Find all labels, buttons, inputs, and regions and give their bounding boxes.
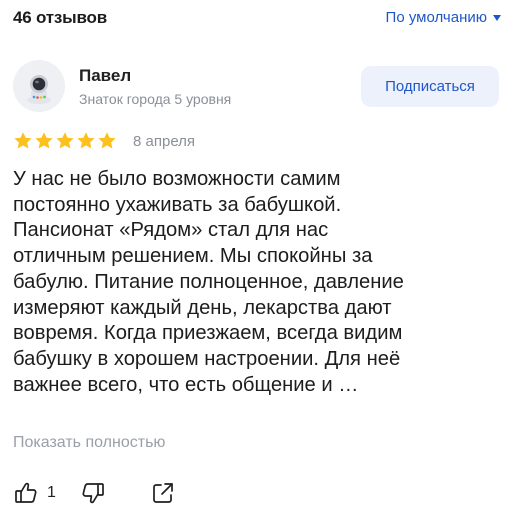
show-full-link[interactable]: Показать полностью [13, 434, 165, 452]
sort-dropdown[interactable]: По умолчанию [386, 9, 501, 26]
star-icon [56, 132, 74, 149]
share-icon [153, 483, 173, 503]
author-avatar[interactable] [13, 60, 65, 112]
review-actions: 1 [13, 479, 176, 507]
star-icon [35, 132, 53, 149]
dislike-button[interactable] [80, 480, 106, 506]
author-level: Знаток города 5 уровня [79, 91, 232, 107]
like-button[interactable]: 1 [13, 480, 56, 506]
chevron-down-icon [493, 14, 501, 21]
review-text: У нас не было возможности самим постоянн… [13, 168, 404, 396]
star-icon [14, 132, 32, 149]
star-icon [98, 132, 116, 149]
reviews-header: 46 отзывов По умолчанию [13, 8, 501, 32]
thumbs-down-icon [82, 483, 104, 504]
share-button[interactable] [150, 480, 176, 506]
thumbs-up-icon [15, 482, 37, 503]
rating-stars [13, 131, 117, 151]
sort-label: По умолчанию [385, 9, 487, 26]
astronaut-avatar-icon [13, 60, 65, 112]
review-date: 8 апреля [133, 132, 196, 150]
star-icon [77, 132, 95, 149]
review-rating: 8 апреля [13, 131, 195, 151]
reviews-count: 46 отзывов [13, 8, 107, 27]
subscribe-button[interactable]: Подписаться [361, 66, 499, 107]
like-count: 1 [47, 484, 56, 501]
author-name[interactable]: Павел [79, 66, 131, 86]
